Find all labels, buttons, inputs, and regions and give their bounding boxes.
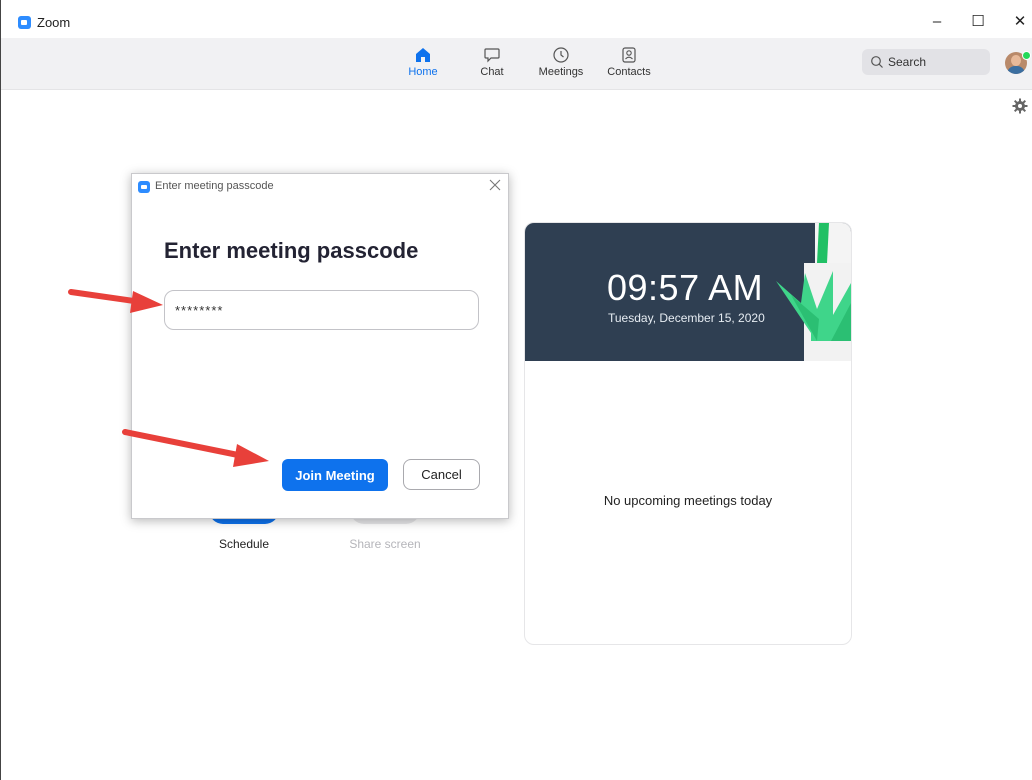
schedule-label: Schedule [218,537,270,551]
passcode-dialog: Enter meeting passcode Enter meeting pas… [131,173,509,519]
search-icon [871,56,883,68]
clock-banner: 09:57 AM Tuesday, December 15, 2020 [525,223,851,361]
window-title: Zoom [37,15,71,30]
plant-illustration [776,223,851,361]
home-icon [416,48,430,62]
main-toolbar: Home Chat Meetings Contacts Search [1,38,1032,90]
current-date: Tuesday, December 15, 2020 [608,311,765,325]
zoom-logo-icon [18,16,31,29]
tab-contacts-label: Contacts [607,66,651,78]
current-time: 09:57 AM [607,267,764,308]
settings-gear-icon[interactable] [1012,98,1028,114]
tab-chat-label: Chat [480,66,504,78]
tab-contacts[interactable]: Contacts [599,46,659,78]
upcoming-meetings-card: 09:57 AM Tuesday, December 15, 2020 No u… [524,222,852,645]
join-meeting-button[interactable]: Join Meeting [282,459,388,491]
tab-chat[interactable]: Chat [462,46,522,78]
contacts-icon [622,47,636,63]
tab-home-label: Home [408,66,438,78]
minimize-button[interactable]: – [922,10,952,34]
no-meetings-message: No upcoming meetings today [603,493,773,508]
close-window-button[interactable]: ✕ [1005,10,1032,34]
share-screen-label: Share screen [349,537,421,551]
zoom-window: Zoom – ☐ ✕ Home Chat Meetings Contacts S… [0,0,1032,780]
tab-meetings-label: Meetings [538,66,584,78]
dialog-window-title: Enter meeting passcode [155,180,274,192]
dialog-heading: Enter meeting passcode [164,238,419,263]
presence-status-dot [1022,51,1031,60]
search-placeholder: Search [888,55,927,69]
cancel-button[interactable]: Cancel [403,459,480,490]
maximize-button[interactable]: ☐ [963,10,993,34]
chat-icon [484,48,500,63]
passcode-input[interactable] [164,290,479,330]
zoom-logo-icon [138,181,150,193]
clock-icon [553,47,569,63]
close-icon[interactable] [487,177,503,193]
tab-meetings[interactable]: Meetings [531,46,591,78]
tab-home[interactable]: Home [393,46,453,78]
search-input[interactable]: Search [862,49,990,75]
title-bar: Zoom – ☐ ✕ [1,0,1032,38]
